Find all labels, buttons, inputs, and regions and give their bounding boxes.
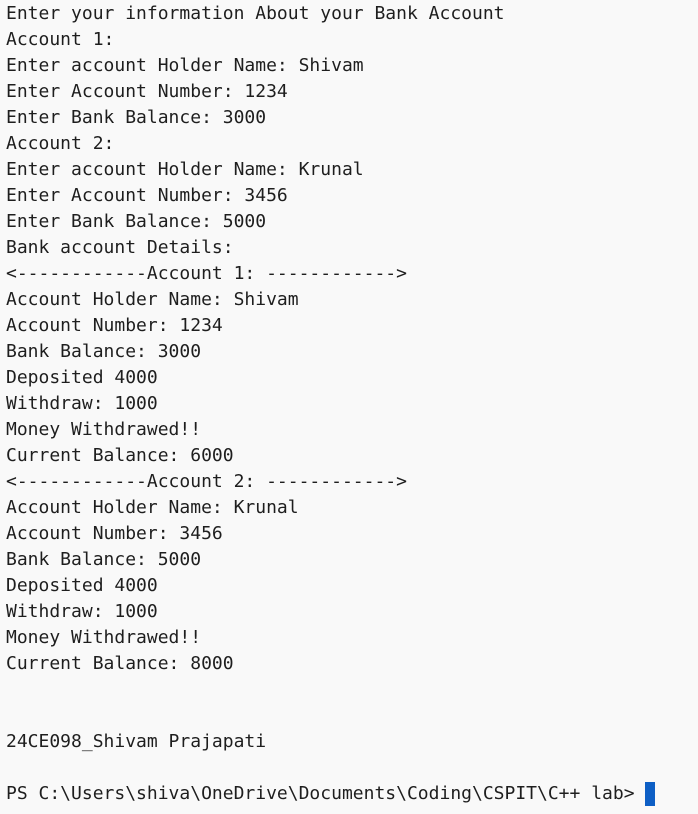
text-cursor bbox=[644, 782, 655, 806]
output-line: Deposited 4000 bbox=[6, 575, 158, 596]
output-line: Account Holder Name: Krunal bbox=[6, 497, 299, 518]
output-line: Account 2: bbox=[6, 133, 115, 154]
output-line: Account Holder Name: Shivam bbox=[6, 289, 299, 310]
output-line: Enter Account Number: 1234 bbox=[6, 81, 288, 102]
output-line: Enter Bank Balance: 5000 bbox=[6, 211, 267, 232]
output-line: Deposited 4000 bbox=[6, 367, 158, 388]
output-line: Bank Balance: 3000 bbox=[6, 341, 202, 362]
terminal-window[interactable]: Enter your information About your Bank A… bbox=[0, 0, 698, 814]
output-line: <------------Account 1: ------------> bbox=[6, 263, 407, 284]
prompt-text: PS C:\Users\shiva\OneDrive\Documents\Cod… bbox=[6, 783, 635, 804]
output-line: <------------Account 2: ------------> bbox=[6, 471, 407, 492]
output-line: Withdraw: 1000 bbox=[6, 393, 158, 414]
command-prompt[interactable]: PS C:\Users\shiva\OneDrive\Documents\Cod… bbox=[6, 781, 698, 807]
output-line: Bank Balance: 5000 bbox=[6, 549, 202, 570]
output-line: Current Balance: 8000 bbox=[6, 653, 234, 674]
output-line: Enter Account Number: 3456 bbox=[6, 185, 288, 206]
output-line: Money Withdrawed!! bbox=[6, 419, 202, 440]
output-line: Withdraw: 1000 bbox=[6, 601, 158, 622]
output-line: Account Number: 1234 bbox=[6, 315, 223, 336]
output-line: Money Withdrawed!! bbox=[6, 627, 202, 648]
output-line: Enter account Holder Name: Krunal bbox=[6, 159, 364, 180]
output-line: Account Number: 3456 bbox=[6, 523, 223, 544]
output-line: Bank account Details: bbox=[6, 237, 234, 258]
output-line: Current Balance: 6000 bbox=[6, 445, 234, 466]
output-line: Enter account Holder Name: Shivam bbox=[6, 55, 364, 76]
student-id-line: 24CE098_Shivam Prajapati bbox=[6, 731, 267, 752]
output-line: Enter Bank Balance: 3000 bbox=[6, 107, 267, 128]
output-line: Enter your information About your Bank A… bbox=[6, 3, 505, 24]
output-line: Account 1: bbox=[6, 29, 115, 50]
